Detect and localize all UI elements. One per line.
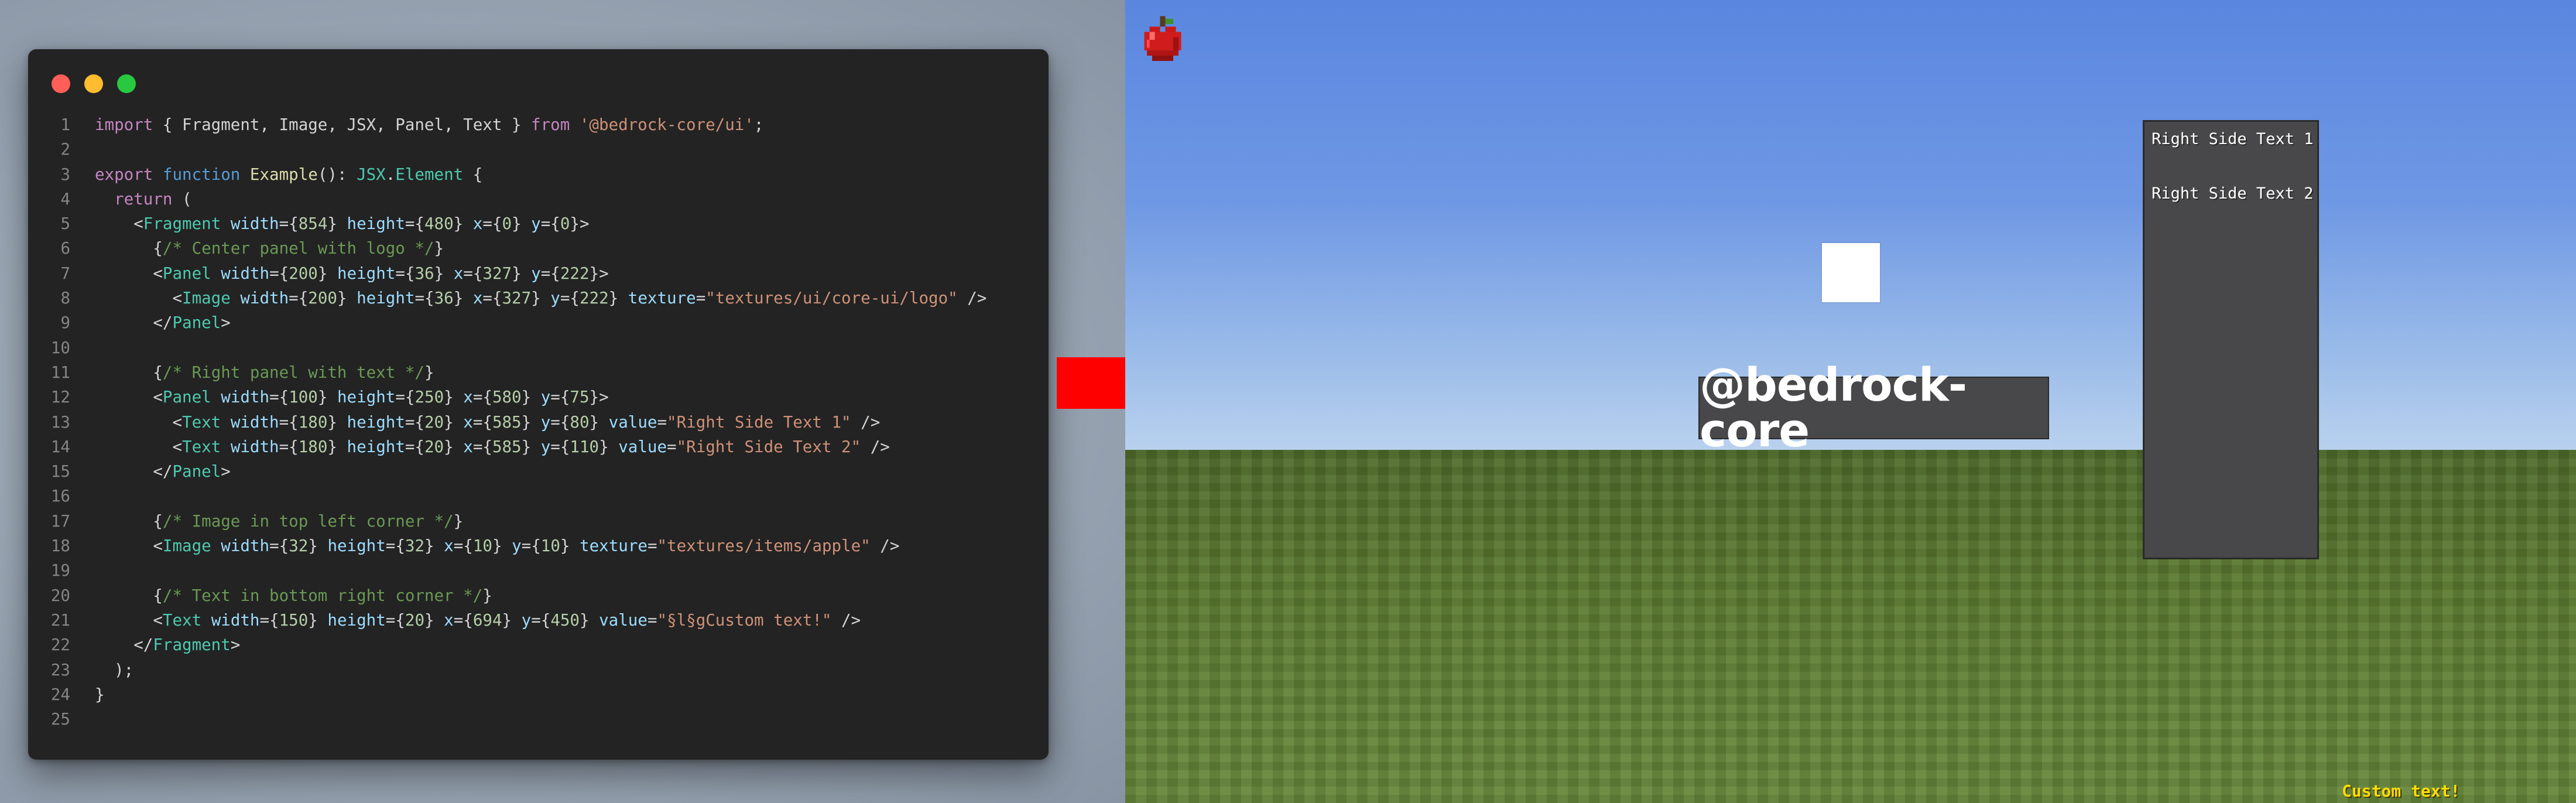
- line-number: 12: [50, 388, 70, 407]
- grass-ground: [1125, 450, 2576, 803]
- code-text: return (: [114, 189, 192, 209]
- code-text: <Image width={200} height={36} x={327} y…: [95, 289, 987, 308]
- line-number: 11: [50, 363, 70, 382]
- line-number: 24: [50, 685, 70, 704]
- code-line: 8 <Image width={200} height={36} x={327}…: [28, 286, 1049, 310]
- code-line: 17 {/* Image in top left corner */}: [28, 509, 1049, 534]
- code-text: export function Example(): JSX.Element {: [95, 165, 483, 184]
- code-line: 5 <Fragment width={854} height={480} x={…: [28, 211, 1049, 236]
- right-side-panel: Right Side Text 1 Right Side Text 2: [2143, 120, 2319, 559]
- code-line: 6 {/* Center panel with logo */}: [28, 236, 1049, 261]
- code-text: import { Fragment, Image, JSX, Panel, Te…: [95, 115, 764, 134]
- code-line: 24}: [28, 682, 1049, 707]
- code-line: 11 {/* Right panel with text */}: [28, 360, 1049, 385]
- line-number: 18: [50, 537, 70, 556]
- line-number: 1: [60, 115, 70, 134]
- apple-icon: [1144, 16, 1181, 61]
- right-side-text-1: Right Side Text 1: [2152, 130, 2314, 148]
- line-number: 16: [50, 487, 70, 506]
- code-text: );: [95, 660, 134, 679]
- code-line: 4 return (: [28, 187, 1049, 211]
- line-number: 25: [50, 710, 70, 729]
- line-number: 20: [50, 586, 70, 605]
- center-logo-image: [1822, 243, 1880, 302]
- code-line: 16: [28, 484, 1049, 508]
- line-number: 7: [60, 264, 70, 283]
- code-text: </Panel>: [95, 313, 231, 333]
- code-text: <Panel width={200} height={36} x={327} y…: [95, 264, 609, 283]
- custom-text-label: Custom text!: [2342, 781, 2461, 801]
- code-line: 20 {/* Text in bottom right corner */}: [28, 583, 1049, 608]
- code-block: 1 import { Fragment, Image, JSX, Panel, T…: [28, 112, 1049, 732]
- brand-logo-text: @bedrock-core: [1700, 358, 1967, 457]
- code-text: {/* Center panel with logo */}: [153, 239, 444, 258]
- line-number: 15: [50, 462, 70, 481]
- code-line: 21 <Text width={150} height={20} x={694}…: [28, 608, 1049, 633]
- code-line: 1 import { Fragment, Image, JSX, Panel, T…: [28, 112, 1049, 137]
- line-number: 13: [50, 412, 70, 432]
- line-number: 17: [50, 511, 70, 531]
- code-line: 9 </Panel>: [28, 310, 1049, 335]
- right-side-text-2: Right Side Text 2: [2152, 184, 2314, 203]
- code-text: {/* Right panel with text */}: [153, 363, 434, 382]
- close-window-button[interactable]: [52, 74, 70, 93]
- code-line: 3 export function Example(): JSX.Element …: [28, 162, 1049, 187]
- code-line: 7 <Panel width={200} height={36} x={327}…: [28, 261, 1049, 286]
- line-number: 9: [60, 313, 70, 333]
- center-panel: @bedrock-core: [1698, 363, 2049, 454]
- code-text: <Text width={180} height={20} x={585} y=…: [95, 437, 890, 456]
- minimize-window-button[interactable]: [84, 74, 103, 93]
- line-number: 4: [60, 189, 70, 209]
- line-number: 10: [50, 338, 70, 357]
- game-scene: @bedrock-core Right Side Text 1 Right Si…: [1125, 0, 2576, 803]
- line-number: 23: [50, 660, 70, 679]
- code-line: 2: [28, 137, 1049, 162]
- code-line: 15 </Panel>: [28, 459, 1049, 484]
- code-text: </Fragment>: [95, 635, 241, 655]
- code-editor-window: 1 import { Fragment, Image, JSX, Panel, T…: [28, 49, 1049, 760]
- line-number: 5: [60, 214, 70, 234]
- code-text: <Text width={150} height={20} x={694} y=…: [95, 610, 861, 630]
- line-number: 6: [60, 239, 70, 258]
- code-text: </Panel>: [95, 462, 231, 481]
- code-text: <Fragment width={854} height={480} x={0}…: [95, 214, 590, 234]
- line-number: 14: [50, 437, 70, 456]
- code-line: 22 </Fragment>: [28, 633, 1049, 657]
- line-number: 22: [50, 635, 70, 655]
- line-number: 8: [60, 289, 70, 308]
- code-text: }: [95, 685, 105, 704]
- code-line: 12 <Panel width={100} height={250} x={58…: [28, 385, 1049, 409]
- code-line: 19: [28, 558, 1049, 583]
- code-line: 25: [28, 707, 1049, 732]
- comparison-stage: 1 import { Fragment, Image, JSX, Panel, T…: [0, 0, 2576, 803]
- code-line: 13 <Text width={180} height={20} x={585}…: [28, 410, 1049, 435]
- code-line: 10: [28, 336, 1049, 360]
- code-line: 23 );: [28, 658, 1049, 682]
- code-line: 14 <Text width={180} height={20} x={585}…: [28, 435, 1049, 459]
- code-text: <Panel width={100} height={250} x={580} …: [95, 388, 609, 407]
- code-text: <Text width={180} height={20} x={585} y=…: [95, 412, 881, 432]
- code-text: <Image width={32} height={32} x={10} y={…: [95, 537, 900, 556]
- code-text: {/* Image in top left corner */}: [153, 511, 464, 531]
- code-text: {/* Text in bottom right corner */}: [153, 586, 492, 605]
- line-number: 3: [60, 165, 70, 184]
- line-number: 21: [50, 610, 70, 630]
- zoom-window-button[interactable]: [117, 74, 136, 93]
- code-line: 18 <Image width={32} height={32} x={10} …: [28, 534, 1049, 558]
- line-number: 19: [50, 561, 70, 580]
- line-number: 2: [60, 140, 70, 159]
